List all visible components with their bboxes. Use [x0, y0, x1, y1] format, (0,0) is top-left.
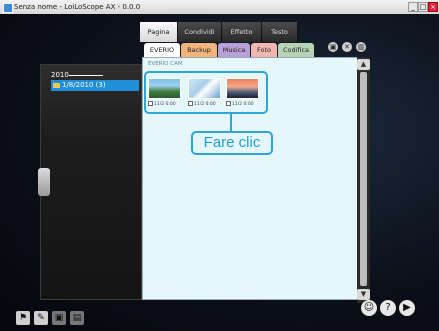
list-icon[interactable]: ▤: [70, 311, 84, 325]
save-icon[interactable]: ▣: [52, 311, 66, 325]
panel-drag-handle[interactable]: [38, 168, 50, 196]
edit-icon[interactable]: ✎: [34, 311, 48, 325]
title-bar: Senza nome - LoiLoScope AX - 0.0.0 _ □ ×: [0, 0, 439, 14]
subtab-encode[interactable]: Codifica: [278, 43, 314, 57]
checkbox[interactable]: [148, 101, 153, 106]
subtab-photo[interactable]: Foto: [251, 43, 277, 57]
callout-pointer: [230, 114, 232, 132]
grid-icon[interactable]: ▥: [356, 42, 366, 52]
video-thumbnail[interactable]: [188, 78, 221, 99]
date-label: 1/8/2010 (3): [62, 81, 106, 89]
breadcrumb: EVERIO CAM: [148, 61, 183, 67]
folder-icon: [53, 82, 60, 88]
maximize-button[interactable]: □: [418, 2, 428, 12]
checkbox[interactable]: [188, 101, 193, 106]
year-label: 2010: [51, 71, 69, 79]
thumbnail-label[interactable]: 11/2 0:00: [148, 101, 181, 107]
tab-home[interactable]: Pagina iniziale: [140, 22, 178, 56]
play-icon[interactable]: ▶: [399, 300, 415, 316]
assistant-icon[interactable]: ☺: [361, 300, 377, 316]
scrollbar[interactable]: ▲ ▼: [357, 57, 370, 303]
bottom-toolbar: ⚑ ✎ ▣ ▤: [16, 311, 88, 325]
close-button[interactable]: ×: [428, 2, 438, 12]
thumbnail-label[interactable]: 11/2 0:00: [226, 101, 259, 107]
help-icon[interactable]: ?: [380, 300, 396, 316]
top-tabs: Pagina iniziale Condividi Effetto Testo: [140, 22, 298, 56]
scroll-up-button[interactable]: ▲: [357, 59, 370, 70]
sub-tabs: EVERIO CAM Backup Musica Foto Codifica: [144, 43, 315, 68]
date-panel: 2010 1/8/2010 (3): [40, 64, 142, 300]
app-icon: [3, 3, 13, 13]
scroll-thumb[interactable]: [360, 72, 367, 286]
bottom-right-controls: ☺ ? ▶: [361, 300, 418, 316]
video-thumbnail[interactable]: [226, 78, 259, 99]
thumbnail-label[interactable]: 11/2 0:00: [188, 101, 221, 107]
date-list-item[interactable]: 1/8/2010 (3): [51, 80, 139, 91]
video-thumbnail[interactable]: [148, 78, 181, 99]
close-icon[interactable]: ✕: [342, 42, 352, 52]
year-divider: [69, 75, 103, 76]
subtab-backup[interactable]: Backup: [181, 43, 217, 57]
subtab-music[interactable]: Musica: [218, 43, 250, 57]
window-title: Senza nome - LoiLoScope AX - 0.0.0: [14, 3, 141, 11]
subtab-everio[interactable]: EVERIO CAM: [144, 43, 180, 68]
flag-icon[interactable]: ⚑: [16, 311, 30, 325]
scroll-down-button[interactable]: ▼: [357, 289, 370, 300]
checkbox[interactable]: [226, 101, 231, 106]
tab-share[interactable]: Condividi: [178, 22, 222, 42]
minimize-button[interactable]: _: [408, 2, 418, 12]
callout-label: Fare clic: [191, 131, 273, 155]
tab-effect[interactable]: Effetto: [222, 22, 262, 42]
display-icon[interactable]: ▣: [328, 42, 338, 52]
tab-text[interactable]: Testo: [262, 22, 298, 42]
